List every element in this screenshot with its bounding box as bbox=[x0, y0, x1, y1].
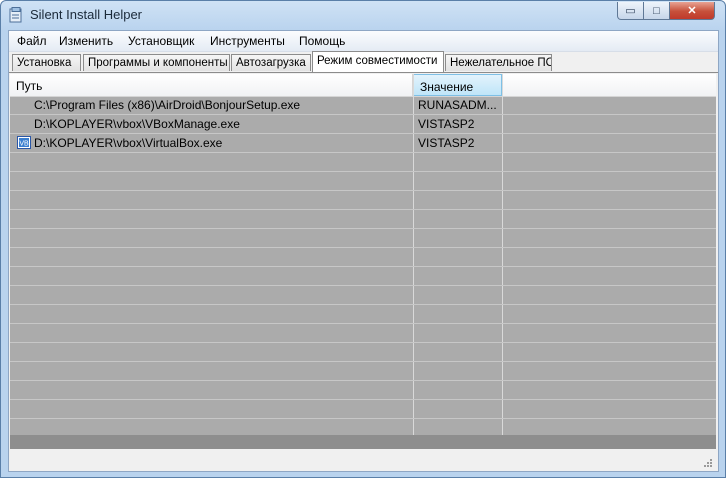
scroll-area bbox=[10, 435, 716, 449]
path-cell: D:\KOPLAYER\vbox\VirtualBox.exe bbox=[34, 136, 223, 150]
tab-unwanted[interactable]: Нежелательное ПО bbox=[445, 54, 552, 71]
title-bar[interactable]: Silent Install Helper ▭ □ ✕ bbox=[1, 1, 725, 30]
table-row[interactable] bbox=[10, 343, 716, 362]
path-cell: D:\KOPLAYER\vbox\VBoxManage.exe bbox=[34, 117, 240, 131]
client-area: Файл Изменить Установщик Инструменты Пом… bbox=[8, 30, 719, 472]
app-window: Silent Install Helper ▭ □ ✕ Файл Изменит… bbox=[0, 0, 726, 478]
table-row[interactable] bbox=[10, 267, 716, 286]
table-row[interactable] bbox=[10, 324, 716, 343]
table-row[interactable] bbox=[10, 248, 716, 267]
menu-file[interactable]: Файл bbox=[17, 34, 47, 48]
table-row[interactable] bbox=[10, 381, 716, 400]
table-row[interactable] bbox=[10, 172, 716, 191]
table-row[interactable] bbox=[10, 362, 716, 381]
close-button[interactable]: ✕ bbox=[670, 2, 715, 20]
tab-autostart[interactable]: Автозагрузка bbox=[231, 54, 311, 71]
tab-strip: Установка Программы и компоненты Автозаг… bbox=[9, 51, 718, 73]
table-row[interactable] bbox=[10, 229, 716, 248]
menu-bar: Файл Изменить Установщик Инструменты Пом… bbox=[9, 31, 718, 52]
tab-install[interactable]: Установка bbox=[12, 54, 81, 71]
value-cell: VISTASP2 bbox=[418, 136, 475, 150]
table-row[interactable] bbox=[10, 153, 716, 172]
compatibility-table[interactable]: Путь Значение C:\Program Files (x86)\Air… bbox=[10, 74, 716, 435]
maximize-button[interactable]: □ bbox=[644, 2, 670, 20]
minimize-icon: ▭ bbox=[625, 5, 636, 17]
menu-installer[interactable]: Установщик bbox=[128, 34, 194, 48]
app-window-icon bbox=[9, 7, 22, 23]
table-row[interactable]: VB D:\KOPLAYER\vbox\VirtualBox.exe VISTASP… bbox=[10, 134, 716, 153]
menu-tools[interactable]: Инструменты bbox=[210, 34, 285, 48]
column-value[interactable]: Значение bbox=[413, 74, 502, 96]
table-row[interactable] bbox=[10, 191, 716, 210]
value-cell: VISTASP2 bbox=[418, 117, 475, 131]
maximize-icon: □ bbox=[653, 4, 660, 17]
tab-divider bbox=[9, 72, 718, 73]
path-cell: C:\Program Files (x86)\AirDroid\BonjourS… bbox=[34, 98, 301, 112]
table-row[interactable]: C:\Program Files (x86)\AirDroid\BonjourS… bbox=[10, 96, 716, 115]
menu-help[interactable]: Помощь bbox=[299, 34, 345, 48]
virtualbox-icon: VB bbox=[17, 136, 31, 149]
table-header: Путь Значение bbox=[10, 74, 716, 97]
status-bar bbox=[10, 449, 716, 471]
svg-text:VB: VB bbox=[19, 141, 29, 148]
tab-programs[interactable]: Программы и компоненты bbox=[83, 54, 230, 71]
column-path[interactable]: Путь bbox=[10, 74, 413, 96]
tab-compatibility[interactable]: Режим совместимости bbox=[312, 51, 444, 72]
table-row[interactable] bbox=[10, 286, 716, 305]
table-row[interactable]: D:\KOPLAYER\vbox\VBoxManage.exe VISTASP2 bbox=[10, 115, 716, 134]
menu-edit[interactable]: Изменить bbox=[59, 34, 113, 48]
table-row[interactable] bbox=[10, 210, 716, 229]
minimize-button[interactable]: ▭ bbox=[617, 2, 644, 20]
value-cell: RUNASADM... bbox=[418, 98, 497, 112]
table-row[interactable] bbox=[10, 400, 716, 419]
table-row[interactable] bbox=[10, 305, 716, 324]
resize-grip-icon[interactable] bbox=[703, 458, 713, 468]
close-icon: ✕ bbox=[687, 5, 697, 17]
window-title: Silent Install Helper bbox=[30, 7, 142, 22]
